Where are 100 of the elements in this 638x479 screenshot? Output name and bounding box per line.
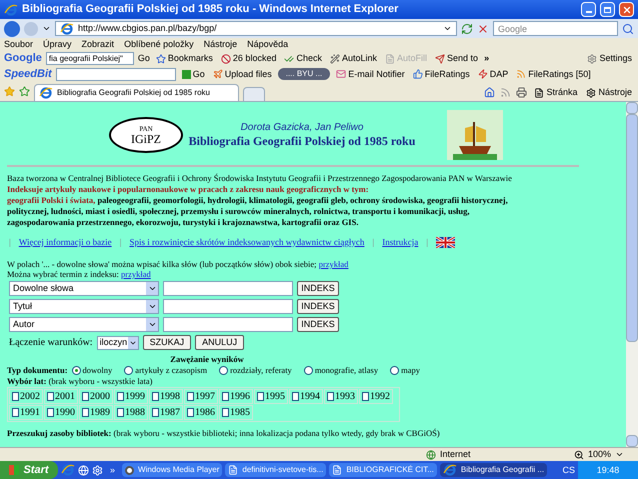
upload-button[interactable]: Upload files [210,69,274,79]
year-checkbox[interactable]: 1987 [149,405,183,420]
wand-icon [330,54,340,64]
go-button[interactable]: Go [138,54,150,63]
cancel-button[interactable]: ANULUJ [195,335,244,350]
year-checkbox[interactable]: 2001 [44,389,78,404]
language-indicator[interactable]: CS [562,466,575,474]
menu-item[interactable]: Oblíbené položky [124,40,194,49]
field-select[interactable]: Dowolne słowa [9,281,159,296]
year-checkbox[interactable]: 1994 [289,389,323,404]
settings-button[interactable]: Settings [585,54,634,64]
browser-tab[interactable]: Bibliografia Geografii Polskiej od 1985 roku [34,84,239,101]
page-link[interactable]: Spis i rozwinięcie skrótów indeksowanych wydawnictw ciągłych [129,236,364,248]
new-tab-button[interactable] [243,87,265,101]
doc-type-radio[interactable]: mapy [390,365,420,376]
toolbar-button[interactable]: FileRatings [50] [514,69,593,79]
year-checkbox[interactable]: 1988 [114,405,148,420]
quick-launch-icon[interactable] [92,464,103,476]
menu-item[interactable]: Nápověda [247,40,288,49]
field-select[interactable]: Autor [9,317,159,332]
toolbar-button[interactable]: Send to [433,54,480,64]
media-player-control[interactable]: .... BYU ... [278,68,330,80]
search-icon[interactable] [622,22,634,34]
quick-launch-icon[interactable] [78,464,89,476]
combine-select[interactable]: iloczyn [96,336,139,350]
doc-type-radio[interactable]: rozdziały, referaty [219,365,292,376]
toolbar-button[interactable]: DAP [476,69,510,79]
menu-item[interactable]: Nástroje [204,40,238,49]
toolbar-button[interactable]: AutoLink [328,54,380,64]
toolbar-button[interactable]: Check [282,54,324,64]
scrollbar-thumb[interactable] [626,114,638,342]
example-link[interactable]: przykład [121,269,151,279]
index-button[interactable]: INDEKS [297,281,339,296]
zoom-button[interactable]: 100% [588,450,612,459]
home-icon[interactable] [484,87,496,98]
year-checkbox[interactable]: 1996 [219,389,253,404]
menu-item[interactable]: Zobrazit [82,40,114,49]
maximize-button[interactable] [600,2,615,17]
page-menu-button[interactable]: Stránka [532,88,580,98]
search-field[interactable]: Google [493,21,618,36]
year-checkbox[interactable]: 1992 [359,389,393,404]
separator-text: | [426,236,428,248]
year-checkbox[interactable]: 1998 [149,389,183,404]
menu-item[interactable]: Úpravy [43,40,72,49]
example-link[interactable]: przykład [318,259,348,269]
refresh-icon[interactable] [461,22,473,34]
toolbar-button[interactable]: FileRatings [410,69,472,79]
page-link[interactable]: Instrukcja [382,236,418,248]
section-heading: Zawężanie wyników [170,354,244,365]
print-icon[interactable] [516,87,528,98]
year-checkbox[interactable]: 1999 [114,389,148,404]
taskbar-button[interactable]: Bibliografia Geografii ... [440,463,548,477]
more-chevron[interactable]: » [484,54,490,63]
year-checkbox[interactable]: 2002 [9,389,43,404]
scroll-down-button[interactable] [626,435,638,447]
favorites-star-icon[interactable] [4,86,15,97]
search-input[interactable] [163,317,293,332]
star-icon [156,54,166,64]
year-checkbox[interactable]: 1991 [9,405,43,420]
feed-icon[interactable] [500,87,512,98]
year-checkbox[interactable]: 1986 [184,405,218,420]
scroll-up-button[interactable] [626,102,638,114]
tools-menu-button[interactable]: Nástroje [584,88,634,98]
doc-type-radio[interactable]: monografie, atlasy [304,365,378,376]
minimize-button[interactable] [581,2,596,17]
taskbar-button[interactable]: definitivni-svetove-tis... [225,463,326,477]
year-checkbox[interactable]: 1993 [324,389,358,404]
british-flag-icon[interactable] [436,236,456,248]
year-checkbox[interactable]: 1985 [219,405,253,420]
more-chevron[interactable]: » [110,466,116,474]
close-button[interactable] [619,2,634,17]
search-input[interactable] [163,299,293,314]
start-button[interactable]: Start [0,461,58,479]
year-checkbox[interactable]: 1989 [79,405,113,420]
year-checkbox[interactable]: 2000 [79,389,113,404]
year-checkbox[interactable]: 1995 [254,389,288,404]
doc-type-radio[interactable]: dowolny [72,365,112,376]
field-select[interactable]: Tytuł [9,299,159,314]
toolbar-button[interactable]: E-mail Notifier [334,69,407,79]
search-input[interactable] [163,281,293,296]
index-button[interactable]: INDEKS [297,299,339,314]
go-button[interactable]: Go [180,70,207,78]
address-field[interactable]: http://www.cbgios.pan.pl/bazy/bgp/ [55,21,457,36]
taskbar-button[interactable]: BIBLIOGRAFICKÉ CIT... [329,463,437,477]
year-checkbox[interactable]: 1997 [184,389,218,404]
doc-type-radio[interactable]: artykuły z czasopism [124,365,208,376]
stop-icon[interactable] [477,22,489,34]
toolbar-button[interactable]: 26 blocked [218,54,278,64]
index-button[interactable]: INDEKS [297,317,339,332]
toolbar-search-field[interactable]: fia geografii Polskiej" [46,52,134,65]
add-favorite-icon[interactable] [19,86,30,97]
taskbar-button[interactable]: Windows Media Player [122,463,222,477]
search-button[interactable]: SZUKAJ [142,335,192,350]
gear-icon [586,88,596,98]
page-link[interactable]: Więcej informacji o bazie [18,236,112,248]
toolbar-button[interactable]: Bookmarks [154,54,215,64]
menu-item[interactable]: Soubor [4,40,34,49]
back-button[interactable] [4,20,20,36]
toolbar-search-field[interactable] [56,68,176,80]
year-checkbox[interactable]: 1990 [44,405,78,420]
